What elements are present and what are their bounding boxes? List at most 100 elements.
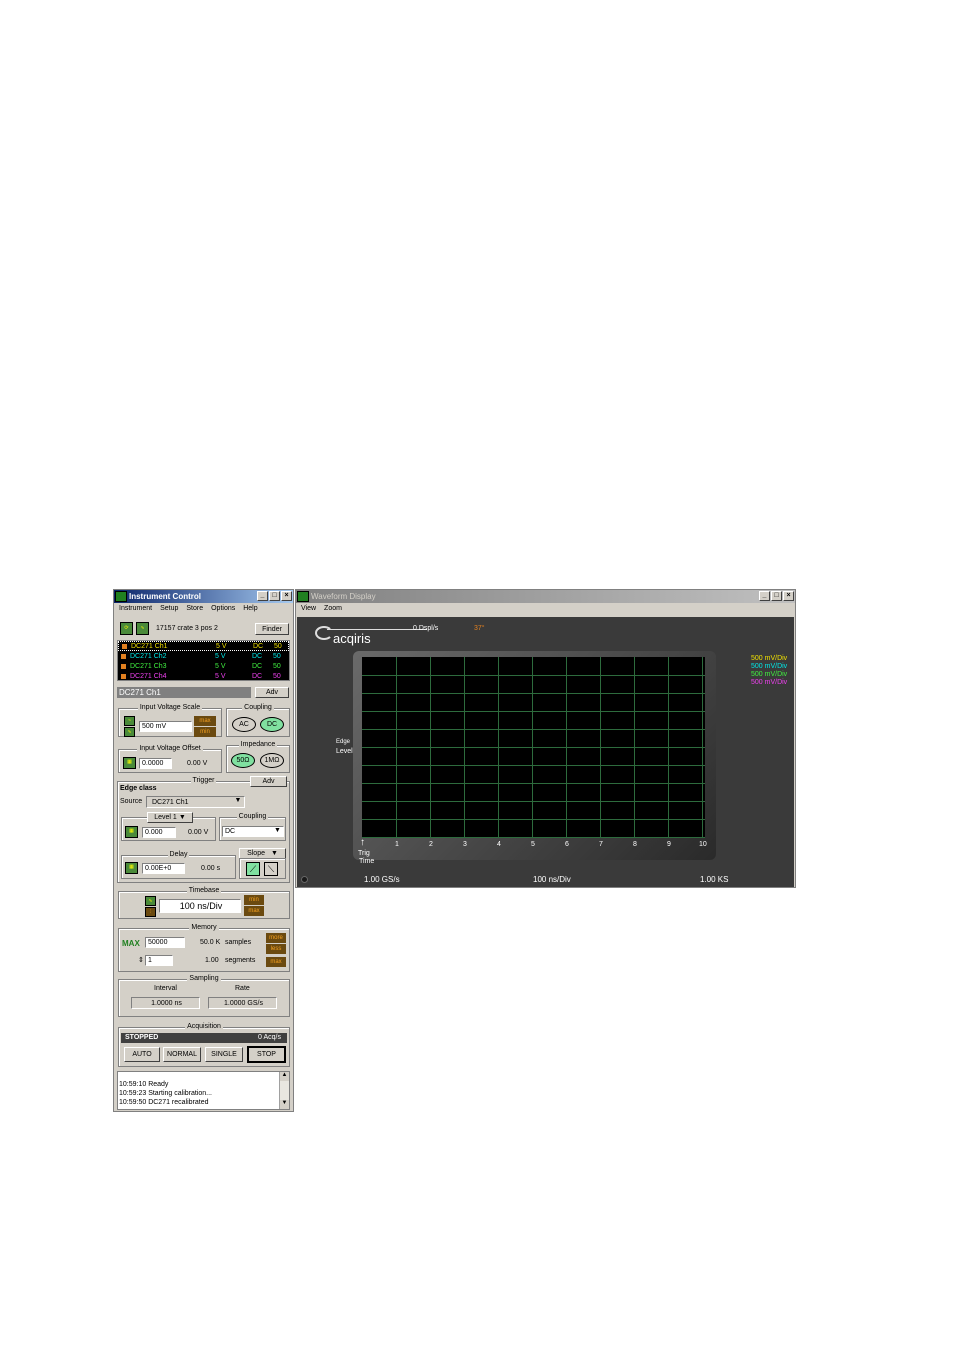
impedance-1m-button[interactable]: 1MΩ bbox=[260, 753, 284, 768]
maximize-button[interactable]: □ bbox=[771, 591, 782, 601]
trigger-delay-field[interactable]: 0.00E+0 bbox=[142, 863, 185, 874]
trigger-class-label: Edge class bbox=[120, 785, 157, 792]
voltage-scale-field[interactable]: 500 mV bbox=[139, 721, 192, 732]
scale-down-icon[interactable]: ∿ bbox=[124, 727, 135, 737]
trigger-coupling-select[interactable]: DC ▼ bbox=[222, 826, 284, 837]
keypad-icon[interactable]: ▦ bbox=[125, 826, 138, 838]
temperature-readout: 37° bbox=[474, 625, 485, 632]
trigger-coupling-value: DC bbox=[225, 828, 236, 835]
grid-line bbox=[362, 765, 705, 766]
normal-button[interactable]: NORMAL bbox=[163, 1047, 201, 1062]
auto-button[interactable]: AUTO bbox=[124, 1047, 160, 1062]
trigger-level-field[interactable]: 0.000 bbox=[142, 827, 176, 838]
keypad-icon[interactable]: ▦ bbox=[123, 757, 136, 769]
waveform-display-window: Waveform Display _ □ × View Zoom acqiris… bbox=[295, 589, 796, 888]
channel-row[interactable]: DC271 Ch1 5 V DC 50 bbox=[118, 641, 289, 651]
x-tick-label: 5 bbox=[531, 841, 535, 848]
channel-row[interactable]: DC271 Ch4 5 V DC 50 bbox=[118, 671, 289, 680]
coupling-dc-button[interactable]: DC bbox=[260, 717, 284, 732]
scale-max-button[interactable]: max bbox=[194, 716, 216, 726]
stop-button[interactable]: STOP bbox=[247, 1046, 286, 1063]
device-icon[interactable]: ⟳ bbox=[120, 622, 133, 635]
scale-min-button[interactable]: min bbox=[194, 727, 216, 737]
menu-instrument[interactable]: Instrument bbox=[119, 605, 152, 612]
memory-max-label[interactable]: MAX bbox=[122, 939, 140, 948]
memory-samples-field[interactable]: 50000 bbox=[145, 937, 185, 948]
chevron-down-icon[interactable]: ▼ bbox=[233, 797, 243, 807]
keypad-icon[interactable]: ▦ bbox=[125, 862, 138, 874]
minimize-button[interactable]: _ bbox=[257, 591, 268, 601]
acquisition-status-bar: STOPPED 0 Acq/s bbox=[121, 1033, 287, 1043]
channel-coupling: DC bbox=[252, 672, 263, 680]
impedance-50-button[interactable]: 50Ω bbox=[231, 753, 255, 768]
scroll-up-icon[interactable]: ▲ bbox=[280, 1072, 289, 1081]
connect-icon[interactable]: ∿ bbox=[136, 622, 149, 635]
single-button[interactable]: SINGLE bbox=[205, 1047, 243, 1062]
title-bar[interactable]: Instrument Control _ □ × bbox=[114, 590, 293, 603]
scroll-down-icon[interactable]: ▼ bbox=[280, 1100, 289, 1109]
group-title: Delay bbox=[167, 851, 190, 858]
segments-spinner-icon[interactable]: ⇕ bbox=[138, 956, 144, 964]
trigger-source-select[interactable]: DC271 Ch1 ▼ bbox=[146, 796, 245, 808]
group-title: Timebase bbox=[186, 887, 222, 894]
scale-up-icon[interactable]: ~ bbox=[124, 716, 135, 726]
finder-button[interactable]: Finder bbox=[255, 623, 289, 635]
timebase-down-icon[interactable]: ⫶ bbox=[145, 907, 156, 917]
trigger-slope-label: Slope bbox=[247, 850, 265, 857]
voltage-offset-field[interactable]: 0.0000 bbox=[139, 758, 172, 769]
trigger-adv-button[interactable]: Adv bbox=[250, 776, 287, 787]
rising-slope-icon[interactable]: ⟋ bbox=[246, 862, 260, 876]
menu-zoom[interactable]: Zoom bbox=[324, 605, 342, 612]
title-bar[interactable]: Waveform Display _ □ × bbox=[296, 590, 795, 603]
menu-view[interactable]: View bbox=[301, 605, 316, 612]
channel-name: DC271 Ch2 bbox=[130, 652, 167, 660]
chevron-down-icon: ▼ bbox=[178, 814, 186, 821]
status-led-icon bbox=[301, 876, 308, 883]
x-tick-label: 6 bbox=[565, 841, 569, 848]
log-panel[interactable]: 10:59:10 Ready 10:59:23 Starting calibra… bbox=[117, 1071, 290, 1110]
timebase-max-button[interactable]: max bbox=[244, 906, 264, 916]
channel-imp: 50 bbox=[273, 652, 281, 660]
channel-name: DC271 Ch1 bbox=[131, 642, 168, 650]
timebase-field[interactable]: 100 ns/Div bbox=[159, 899, 241, 913]
memory-less-button[interactable]: less bbox=[266, 944, 286, 954]
memory-more-button[interactable]: more bbox=[266, 933, 286, 943]
x-tick-label: 7 bbox=[599, 841, 603, 848]
timebase-up-icon[interactable]: ∿ bbox=[145, 896, 156, 906]
channel-row[interactable]: DC271 Ch2 5 V DC 50 bbox=[118, 651, 289, 661]
memory-segments-field[interactable]: 1 bbox=[145, 955, 173, 966]
time-label: Time bbox=[359, 858, 375, 865]
close-button[interactable]: × bbox=[281, 591, 292, 601]
trigger-delay-readout: 0.00 s bbox=[201, 865, 221, 872]
trigger-level-select[interactable]: Level 1 ▼ bbox=[147, 812, 193, 823]
grid-line bbox=[362, 837, 705, 838]
log-line: 10:59:50 DC271 recalibrated bbox=[119, 1099, 209, 1106]
channel-scale: 500 mV/Div bbox=[751, 679, 788, 686]
chevron-down-icon[interactable]: ▼ bbox=[273, 827, 282, 834]
log-scrollbar[interactable]: ▲ ▼ bbox=[279, 1072, 289, 1109]
channel-imp: 50 bbox=[273, 672, 281, 680]
trigger-source-value: DC271 Ch1 bbox=[152, 798, 189, 806]
minimize-button[interactable]: _ bbox=[759, 591, 770, 601]
menu-help[interactable]: Help bbox=[243, 605, 257, 612]
channel-list[interactable]: DC271 Ch1 5 V DC 50 DC271 Ch2 5 V DC 50 … bbox=[117, 640, 290, 681]
group-title: Coupling bbox=[242, 704, 274, 711]
falling-slope-icon[interactable]: ⟍ bbox=[264, 862, 278, 876]
timebase-min-button[interactable]: min bbox=[244, 895, 264, 905]
channel-adv-button[interactable]: Adv bbox=[255, 687, 289, 698]
menu-options[interactable]: Options bbox=[211, 605, 235, 612]
channel-row[interactable]: DC271 Ch3 5 V DC 50 bbox=[118, 661, 289, 671]
maximize-button[interactable]: □ bbox=[269, 591, 280, 601]
grid-line bbox=[362, 747, 705, 748]
voltage-offset-readout: 0.00 V bbox=[187, 760, 208, 767]
memory-max-button[interactable]: max bbox=[266, 957, 286, 967]
close-button[interactable]: × bbox=[783, 591, 794, 601]
menu-store[interactable]: Store bbox=[186, 605, 203, 612]
group-title: Input Voltage Scale bbox=[137, 704, 203, 711]
grid-line bbox=[362, 819, 705, 820]
trigger-time-arrow-icon[interactable]: ↑ bbox=[360, 837, 365, 848]
log-line: 10:59:10 Ready bbox=[119, 1081, 169, 1088]
sampling-interval-value: 1.0000 ns bbox=[131, 997, 200, 1009]
coupling-ac-button[interactable]: AC bbox=[232, 717, 256, 732]
menu-setup[interactable]: Setup bbox=[160, 605, 178, 612]
